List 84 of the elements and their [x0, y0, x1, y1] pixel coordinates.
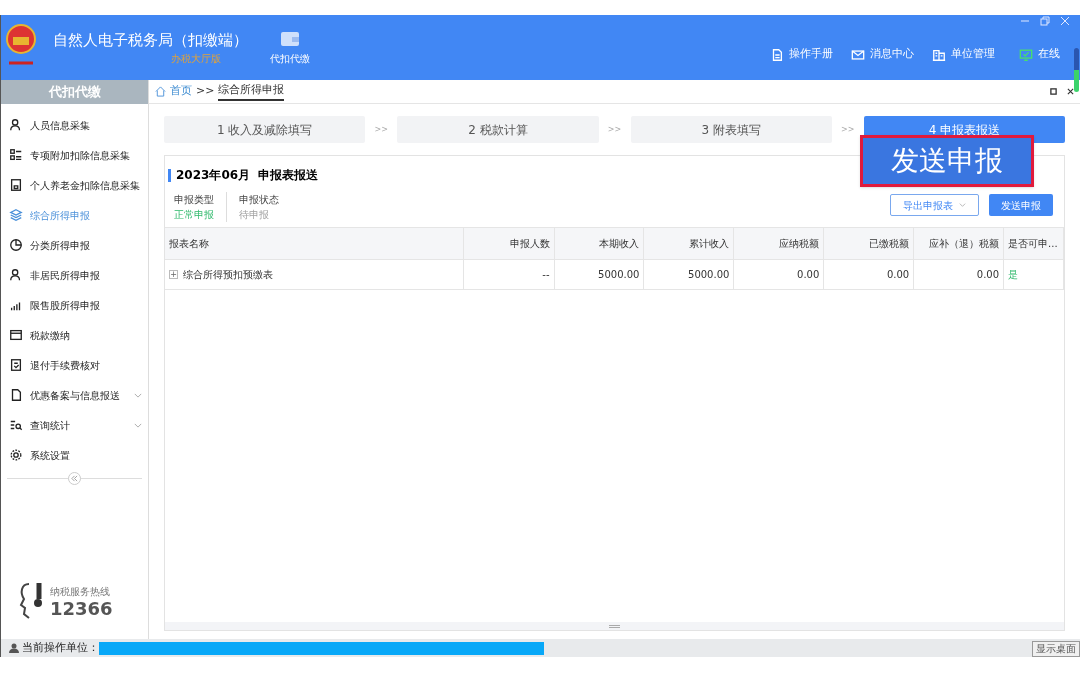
- folder-icon: [9, 328, 23, 342]
- table-cell-text: 是: [1008, 268, 1019, 282]
- table-cell-text: 综合所得预扣预缴表: [183, 268, 273, 282]
- header-action[interactable]: 操作手册: [770, 46, 833, 63]
- scroll-indicator: [1074, 48, 1079, 92]
- edition-label: 办税大厅版: [171, 52, 222, 67]
- breadcrumb-tab[interactable]: 综合所得申报: [218, 81, 285, 102]
- sidebar-item[interactable]: 个人养老金扣除信息采集: [1, 170, 148, 200]
- person-icon: [9, 268, 23, 282]
- close-icon[interactable]: [1067, 88, 1074, 95]
- export-button[interactable]: 导出申报表: [890, 194, 979, 216]
- sidebar-header: 代扣代缴: [1, 80, 148, 104]
- sidebar-item[interactable]: 非居民所得申报: [1, 260, 148, 290]
- manual-icon: [770, 47, 784, 62]
- receipt-icon: [9, 358, 23, 372]
- mail-icon: [851, 47, 865, 62]
- header-action[interactable]: 单位管理: [932, 46, 995, 63]
- step-separator: >>: [373, 123, 389, 136]
- list-icon: [9, 148, 23, 162]
- column-header: 是否可申...: [1004, 228, 1065, 259]
- wallet-icon: [280, 29, 300, 47]
- home-icon: [155, 86, 166, 97]
- table-cell-text: 5000.00: [688, 268, 730, 282]
- sidebar-item[interactable]: 分类所得申报: [1, 230, 148, 260]
- sidebar-item[interactable]: 优惠备案与信息报送: [1, 380, 148, 410]
- home-link[interactable]: 首页: [170, 83, 192, 100]
- hotline-number: 12366: [50, 598, 113, 619]
- search-icon: [9, 418, 23, 432]
- status-label: 当前操作单位：: [22, 639, 99, 656]
- double-chevron-left-icon: [71, 475, 78, 482]
- header-action[interactable]: 在线: [1019, 46, 1060, 63]
- table-cell-text: 0.00: [976, 268, 1000, 282]
- table-cell-text: --: [542, 268, 550, 282]
- show-desktop-button[interactable]: 显示桌面: [1032, 641, 1080, 657]
- sidebar-item[interactable]: 专项附加扣除信息采集: [1, 140, 148, 170]
- field-label: 申报类型: [174, 193, 214, 207]
- step-separator: >>: [606, 123, 623, 136]
- building-icon: [932, 47, 946, 62]
- sidebar-item[interactable]: 退付手续费核对: [1, 350, 148, 380]
- callout-overlay: 发送申报: [860, 135, 1034, 187]
- document-icon: [9, 178, 23, 192]
- settings-icon: [9, 448, 23, 462]
- sidebar-item[interactable]: 人员信息采集: [1, 110, 148, 140]
- sidebar-item[interactable]: 系统设置: [1, 440, 148, 470]
- sidebar-item[interactable]: 税款缴纳: [1, 320, 148, 350]
- expand-toggle[interactable]: +: [169, 270, 178, 279]
- column-header: 已缴税额: [824, 228, 915, 259]
- chevron-down-icon: [959, 203, 966, 207]
- pie-chart-icon: [9, 238, 23, 252]
- header-action[interactable]: 消息中心: [851, 46, 914, 63]
- resize-handle[interactable]: [609, 624, 620, 628]
- panel-title: 2023年06月 申报表报送: [176, 167, 319, 184]
- layers-icon: [9, 208, 23, 222]
- user-icon: [9, 643, 19, 653]
- table-cell-text: 5000.00: [598, 268, 640, 282]
- field-value: 正常申报: [174, 208, 214, 222]
- restore-icon[interactable]: [1040, 16, 1050, 26]
- sidebar-item[interactable]: 查询统计: [1, 410, 148, 440]
- step-tab[interactable]: 1 收入及减除填写: [164, 116, 366, 143]
- app-title: 自然人电子税务局（扣缴端）: [53, 29, 248, 51]
- monitor-icon: [1019, 47, 1033, 62]
- collapse-button[interactable]: [68, 472, 81, 485]
- hotline-caption: 纳税服务热线: [50, 584, 111, 599]
- field-value: 待申报: [239, 208, 270, 222]
- send-button[interactable]: 发送申报: [989, 194, 1053, 216]
- column-header: 应纳税额: [734, 228, 825, 259]
- step-tab[interactable]: 2 税款计算: [397, 116, 599, 143]
- column-header: 本期收入: [554, 228, 645, 259]
- column-header: 申报人数: [463, 228, 555, 259]
- column-header: 累计收入: [644, 228, 735, 259]
- field-label: 申报状态: [239, 193, 279, 207]
- table-cell-text: 0.00: [797, 268, 820, 282]
- step-tab[interactable]: 3 附表填写: [630, 116, 832, 143]
- breadcrumb-separator: >>: [196, 83, 215, 100]
- table-cell-text: 0.00: [886, 268, 910, 282]
- column-header: 应补（退）税额: [914, 228, 1005, 259]
- sidebar-item[interactable]: 限售股所得申报: [1, 290, 148, 320]
- maximize-icon[interactable]: [1050, 88, 1057, 95]
- module-button[interactable]: 代扣代缴: [270, 29, 310, 66]
- person-icon: [9, 118, 23, 132]
- page-icon: [9, 388, 23, 402]
- sidebar-item[interactable]: 综合所得申报: [1, 200, 148, 230]
- step-separator: >>: [840, 123, 856, 136]
- column-header: 报表名称: [165, 228, 464, 259]
